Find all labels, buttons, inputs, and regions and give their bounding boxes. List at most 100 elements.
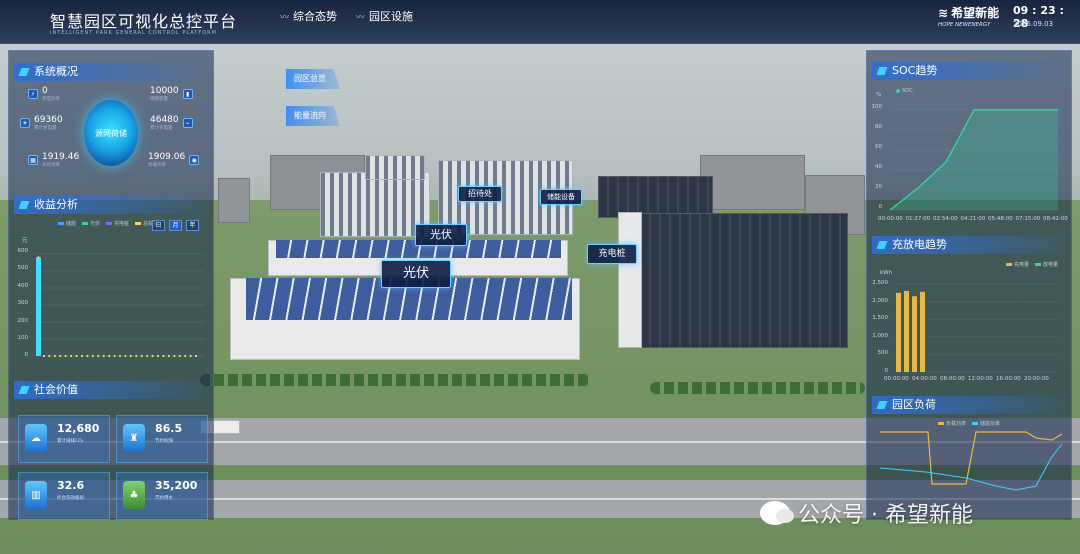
total-revenue-point [86, 354, 89, 358]
soc-x-tick: 02:54:00 [933, 216, 958, 222]
charge-x-tick: 12:00:00 [968, 376, 993, 382]
distant-building [700, 155, 805, 210]
page-title: 智慧园区可视化总控平台 [50, 12, 238, 31]
charge-bar [896, 292, 901, 372]
total-revenue-point [194, 354, 198, 358]
charge-y-tick: 500 [877, 350, 889, 357]
reception-label[interactable]: 招待处 [458, 186, 502, 202]
stat-pv-power: ▦ 1919.46 光伏功率 [28, 152, 79, 169]
total-revenue-point [146, 354, 149, 358]
total-revenue-point [173, 354, 176, 358]
social-value-title: 社会价值 [14, 381, 204, 399]
storage-device-label[interactable]: 储能设备 [540, 189, 582, 205]
soc-legend: SOC [896, 88, 913, 94]
charge-y-tick: 2,500 [872, 280, 888, 286]
soc-y-tick: 0 [878, 204, 883, 210]
load-legend: 负载功率 储能功率 [938, 420, 1000, 427]
tab-overview[interactable]: 〰 综合态势 [280, 8, 337, 24]
stat-charge-power: ⚡ 0 充电功率 [28, 86, 60, 103]
card-co2-reduction: ☁ 12,680 累计减排CO₂ [18, 415, 110, 463]
soc-y-tick: 20 [875, 184, 882, 190]
total-revenue-point [91, 354, 94, 358]
soc-trend-title: SOC趋势 [872, 62, 1066, 80]
date: 2026.09.03 [1013, 20, 1054, 28]
brand-sub: HOPE NEWENERGY [938, 22, 991, 28]
charge-legend: 充电量 放电量 [1006, 261, 1058, 268]
load-series-line [880, 431, 1063, 485]
charge-x-tick: 04:00:00 [912, 376, 937, 382]
dark-building [598, 176, 713, 218]
total-revenue-point [80, 354, 84, 358]
revenue-y-tick: 0 [24, 352, 29, 359]
period-day-button[interactable]: 日 [152, 220, 165, 231]
revenue-y-tick: 600 [17, 248, 29, 254]
charging-pile-label[interactable]: 充电桩 [587, 244, 637, 264]
total-revenue-point [53, 354, 56, 358]
distant-building [218, 178, 250, 223]
brand-name: 希望新能 [951, 6, 1000, 20]
total-revenue-point [129, 354, 132, 358]
charge-y-tick: 2,000 [872, 297, 888, 304]
pv-label-rear[interactable]: 光伏 [415, 224, 467, 246]
charge-icon: ⌁ [182, 118, 193, 128]
brand-logo: ≋ 希望新能 HOPE NEWENERGY [938, 4, 1006, 32]
source-grid-load-storage-orb[interactable]: 源网荷储 [84, 100, 138, 166]
total-revenue-point [118, 354, 122, 358]
energy-flow-button[interactable]: 能量流向 [286, 106, 340, 126]
total-revenue-point [108, 354, 111, 358]
revenue-y-tick: 400 [17, 282, 29, 289]
total-revenue-point [75, 354, 78, 358]
wave-icon: 〰 [356, 12, 366, 23]
total-revenue-point [156, 354, 160, 358]
charge-bar [912, 296, 917, 372]
card-water-saving: ♣ 35,200 节约用水 [116, 472, 208, 520]
tree-row [650, 382, 865, 394]
total-revenue-point [140, 354, 143, 358]
total-revenue-point [37, 256, 40, 259]
logo-mark-icon: ≋ [938, 5, 949, 20]
tree-icon: ♣ [123, 481, 145, 509]
total-revenue-point [124, 354, 127, 358]
total-revenue-point [102, 354, 105, 358]
wechat-icon [760, 501, 794, 525]
soc-area [890, 110, 1058, 210]
wave-icon: 〰 [280, 12, 290, 23]
park-overview-button[interactable]: 园区总览 [286, 69, 340, 89]
total-revenue-point [167, 354, 170, 358]
soc-x-tick: 07:15:00 [1015, 216, 1041, 222]
charge-unit: kWh [880, 270, 893, 276]
battery-icon: ▮ [182, 89, 193, 99]
soc-chart[interactable] [886, 108, 1062, 212]
wechat-watermark: 公众号 · 希望新能 [760, 497, 973, 529]
tree-row [200, 374, 590, 386]
soc-x-tick: 00:00:00 [878, 216, 903, 222]
pv-label-main[interactable]: 光伏 [381, 260, 451, 288]
total-revenue-point [48, 354, 51, 358]
charge-bar [904, 291, 909, 372]
charge-x-tick: 16:00:00 [996, 376, 1021, 382]
revenue-y-tick: 300 [17, 300, 29, 307]
revenue-y-tick: 500 [17, 265, 29, 272]
load-chart[interactable] [876, 428, 1066, 508]
revenue-legend: 储能 光伏 充电桩 总收益 [58, 220, 158, 227]
total-revenue-point [42, 354, 46, 358]
total-revenue-point [113, 354, 116, 358]
total-revenue-point [59, 354, 62, 358]
revenue-chart[interactable] [32, 250, 207, 362]
tab-facilities[interactable]: 〰 园区设施 [356, 8, 413, 24]
period-month-button[interactable]: 月 [169, 220, 182, 231]
tab-label: 园区设施 [369, 10, 414, 23]
charge-trend-title: 充放电趋势 [872, 236, 1066, 254]
total-revenue-point [97, 354, 100, 358]
charge-x-tick: 20:00:00 [1024, 376, 1049, 382]
panel-icon: ▦ [28, 155, 38, 165]
stat-total-generation: ☀ 69360 累计发电量 [20, 115, 63, 132]
soc-x-tick: 05:48:00 [988, 216, 1013, 222]
period-year-button[interactable]: 年 [186, 220, 199, 231]
stat-storage-capacity: ▮ 10000 储能容量 [150, 86, 193, 103]
charge-y-tick: 0 [884, 368, 889, 374]
soc-y-tick: 60 [875, 144, 882, 150]
charge-chart[interactable] [890, 282, 1060, 374]
stat-load-power: ◉ 1909.06 负载功率 [148, 152, 200, 169]
card-coal-saving: ♜ 86.5 节约标煤 [116, 415, 208, 463]
